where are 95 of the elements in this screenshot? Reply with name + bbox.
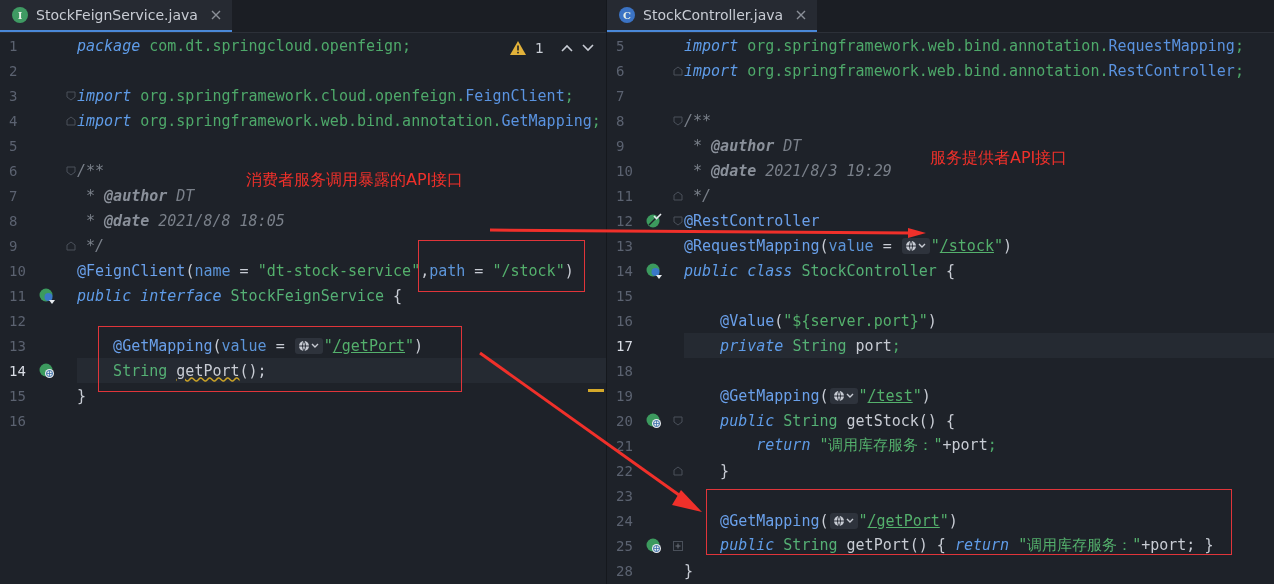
code-text: public interface StockFeignService { <box>77 286 403 305</box>
globe-inlay-icon[interactable] <box>901 237 930 254</box>
caret-up-icon[interactable] <box>561 44 573 52</box>
implementation-gutter-icon[interactable] <box>646 262 662 279</box>
close-icon[interactable] <box>209 9 222 21</box>
line-number: 20 <box>615 412 634 429</box>
line-number: 11 <box>615 187 634 204</box>
line-number: 3 <box>8 87 19 104</box>
globe-inlay-icon[interactable] <box>829 387 858 404</box>
code-text: String getPort(); <box>112 361 267 380</box>
bean-check-gutter-icon[interactable] <box>646 212 662 229</box>
line-number: 10 <box>615 162 634 179</box>
code-text: */ <box>85 236 105 255</box>
implementation-gutter-icon[interactable] <box>39 287 55 304</box>
line-number: 4 <box>8 112 19 129</box>
line-number: 13 <box>8 337 27 354</box>
code-text: */ <box>692 186 712 205</box>
line-number: 6 <box>615 62 626 79</box>
line-number: 5 <box>615 37 626 54</box>
code-text: import org.springframework.cloud.openfeign.FeignClient; <box>77 86 574 105</box>
line-number: 8 <box>615 112 626 129</box>
line-number: 14 <box>8 362 27 379</box>
line-number: 7 <box>615 87 626 104</box>
code-text: * @author DT <box>85 186 195 205</box>
code-text: * @date 2021/8/8 18:05 <box>85 211 285 230</box>
code-text: import org.springframework.web.bind.annotation.RestController; <box>684 61 1244 80</box>
code-text: @RequestMapping(value = <box>684 236 893 255</box>
code-text: return "调用库存服务："+port; <box>755 436 997 455</box>
code-text: * @author DT <box>692 136 802 155</box>
line-number: 24 <box>615 512 634 529</box>
line-number: 5 <box>8 137 19 154</box>
code-text: "/test") <box>858 386 931 405</box>
code-text: import org.springframework.web.bind.annotation.GetMapping; <box>77 111 601 130</box>
line-number: 16 <box>8 412 27 429</box>
code-text: public class StockController { <box>684 261 955 280</box>
line-number: 19 <box>615 387 634 404</box>
close-icon[interactable] <box>795 9 808 21</box>
line-number: 1 <box>8 37 19 54</box>
line-number: 21 <box>615 437 634 454</box>
code-text: package com.dt.springcloud.openfeign; <box>77 36 412 55</box>
code-text: /** <box>77 161 105 180</box>
line-number: 10 <box>8 262 27 279</box>
code-text: } <box>719 461 730 480</box>
code-text: public String getPort() { return "调用库存服务："+port; } <box>719 536 1214 555</box>
callout-label: 消费者服务调用暴露的API接口 <box>246 170 464 191</box>
line-number: 14 <box>615 262 634 279</box>
line-number: 15 <box>615 287 634 304</box>
line-number: 12 <box>615 212 634 229</box>
line-number: 28 <box>615 562 634 579</box>
code-text: * @date 2021/8/3 19:29 <box>692 161 892 180</box>
line-number: 9 <box>615 137 626 154</box>
file-type-icon: I <box>12 7 28 23</box>
line-number: 6 <box>8 162 19 179</box>
editor-tab[interactable]: I StockFeignService.java <box>0 0 232 32</box>
code-text: /** <box>684 111 712 130</box>
line-number: 9 <box>8 237 19 254</box>
code-text: @GetMapping( <box>719 386 829 405</box>
callout-label: 服务提供者API接口 <box>930 148 1068 169</box>
line-number: 16 <box>615 312 634 329</box>
code-text: "/getPort") <box>858 511 958 530</box>
globe-gutter-icon[interactable] <box>646 537 662 554</box>
line-number: 23 <box>615 487 634 504</box>
line-number: 7 <box>8 187 19 204</box>
code-text: "/getPort") <box>323 336 424 355</box>
code-text: private String port; <box>719 336 901 355</box>
globe-inlay-icon[interactable] <box>829 512 858 529</box>
line-number: 25 <box>615 537 634 554</box>
code-text: import org.springframework.web.bind.annotation.RequestMapping; <box>684 36 1244 55</box>
file-type-icon: C <box>619 7 635 23</box>
code-text: @Value("${server.port}") <box>719 311 937 330</box>
code-text: "/stock") <box>930 236 1013 255</box>
code-text: @FeignClient(name = "dt-stock-service",path = "/stock") <box>77 261 574 280</box>
code-text: public String getStock() { <box>719 411 955 430</box>
editor-tab[interactable]: C StockController.java <box>607 0 818 32</box>
warning-icon[interactable] <box>510 41 527 55</box>
code-text: @GetMapping(value = <box>112 336 286 355</box>
expand-icon[interactable] <box>673 540 683 551</box>
warning-count: 1 <box>535 40 544 56</box>
globe-gutter-icon[interactable] <box>646 412 662 429</box>
code-text: } <box>684 561 694 580</box>
line-number: 12 <box>8 312 27 329</box>
line-number: 2 <box>8 62 19 79</box>
line-number: 13 <box>615 237 634 254</box>
line-number: 18 <box>615 362 634 379</box>
line-number: 17 <box>615 337 634 354</box>
line-number: 11 <box>8 287 27 304</box>
caret-down-icon[interactable] <box>582 44 594 52</box>
line-number: 8 <box>8 212 19 229</box>
globe-gutter-icon[interactable] <box>39 362 55 379</box>
line-number: 22 <box>615 462 634 479</box>
line-number: 15 <box>8 387 27 404</box>
globe-inlay-icon[interactable] <box>294 337 323 354</box>
code-text: } <box>77 386 87 405</box>
code-text: @RestController <box>684 211 820 230</box>
code-text: @GetMapping( <box>719 511 829 530</box>
